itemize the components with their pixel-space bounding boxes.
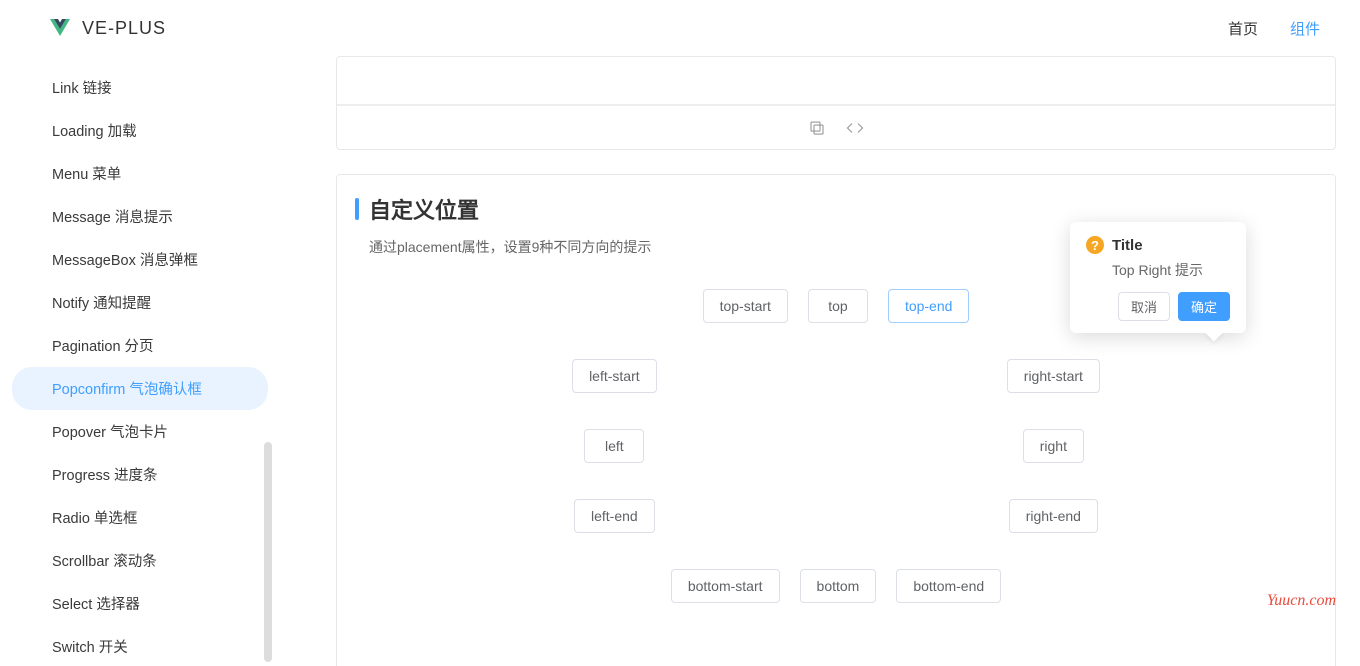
sidebar-item[interactable]: Link 链接: [12, 66, 268, 109]
placement-top-start-button[interactable]: top-start: [703, 289, 788, 323]
title-bar-icon: [355, 198, 359, 220]
popover-title: Title: [1112, 237, 1143, 254]
cancel-button[interactable]: 取消: [1118, 292, 1170, 321]
sidebar-item[interactable]: Scrollbar 滚动条: [12, 539, 268, 582]
warning-icon: ?: [1086, 236, 1104, 254]
prev-card: [336, 56, 1336, 150]
sidebar-item[interactable]: Message 消息提示: [12, 195, 268, 238]
sidebar-item[interactable]: Notify 通知提醒: [12, 281, 268, 324]
brand-text: VE-PLUS: [82, 18, 166, 39]
placement-left-button[interactable]: left: [584, 429, 644, 463]
header: VE-PLUS 首页 组件: [0, 0, 1360, 56]
left-col: left-start left left-end: [572, 359, 657, 533]
confirm-button[interactable]: 确定: [1178, 292, 1230, 321]
scrollbar[interactable]: [264, 442, 272, 662]
code-icon[interactable]: [846, 119, 864, 137]
sidebar: Link 链接Loading 加载Menu 菜单Message 消息提示Mess…: [0, 56, 280, 666]
placement-top-end-button[interactable]: top-end: [888, 289, 969, 323]
section-title: 自定义位置: [369, 193, 479, 225]
placement-right-end-button[interactable]: right-end: [1009, 499, 1098, 533]
popover-content: Top Right 提示: [1086, 260, 1230, 280]
placement-bottom-start-button[interactable]: bottom-start: [671, 569, 780, 603]
top-nav: 首页 组件: [1228, 18, 1320, 39]
side-rows: left-startleftleft-end right-startrightr…: [367, 359, 1305, 533]
main-content: 自定义位置 通过placement属性，设置9种不同方向的提示 top-star…: [280, 56, 1360, 666]
code-toolbar: [337, 105, 1335, 149]
sidebar-item[interactable]: Pagination 分页: [12, 324, 268, 367]
popover-actions: 取消 确定: [1086, 292, 1230, 321]
sidebar-item[interactable]: Progress 进度条: [12, 453, 268, 496]
placement-left-end-button[interactable]: left-end: [574, 499, 655, 533]
sidebar-item[interactable]: Select 选择器: [12, 582, 268, 625]
nav-components[interactable]: 组件: [1290, 18, 1320, 39]
vue-logo-icon: [48, 16, 72, 40]
placement-bottom-button[interactable]: bottom: [800, 569, 877, 603]
watermark: Yuucn.com: [1267, 592, 1336, 610]
logo[interactable]: VE-PLUS: [48, 16, 166, 40]
placement-right-button[interactable]: right: [1023, 429, 1084, 463]
placement-left-start-button[interactable]: left-start: [572, 359, 657, 393]
sidebar-item[interactable]: Radio 单选框: [12, 496, 268, 539]
sidebar-item[interactable]: Popconfirm 气泡确认框: [12, 367, 268, 410]
right-col: right-start right right-end: [1007, 359, 1100, 533]
bottom-row: bottom-start bottom bottom-end: [367, 569, 1305, 603]
popconfirm-popup: ? Title Top Right 提示 取消 确定: [1070, 222, 1246, 333]
sidebar-item[interactable]: Menu 菜单: [12, 152, 268, 195]
copy-icon[interactable]: [808, 119, 826, 137]
placement-top-button[interactable]: top: [808, 289, 868, 323]
placement-right-start-button[interactable]: right-start: [1007, 359, 1100, 393]
sidebar-item[interactable]: MessageBox 消息弹框: [12, 238, 268, 281]
sidebar-item[interactable]: Loading 加载: [12, 109, 268, 152]
sidebar-item[interactable]: Popover 气泡卡片: [12, 410, 268, 453]
popover-header: ? Title: [1086, 236, 1230, 254]
nav-home[interactable]: 首页: [1228, 18, 1258, 39]
placement-bottom-end-button[interactable]: bottom-end: [896, 569, 1001, 603]
sidebar-item[interactable]: Switch 开关: [12, 625, 268, 666]
